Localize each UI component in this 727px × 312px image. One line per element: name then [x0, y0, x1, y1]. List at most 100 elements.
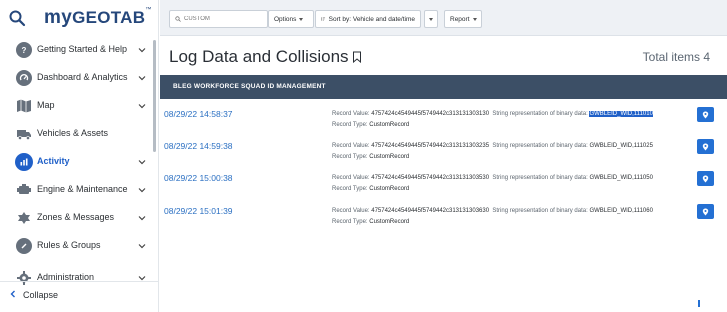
record-value: 4757424c4549445f5749442c313131303630	[371, 208, 490, 214]
string-rep-value: GWBLEID_WID,111025	[589, 143, 653, 149]
string-rep-label: String representation of binary data:	[492, 175, 588, 181]
sort-label: Sort by: Vehicle and date/time	[328, 15, 415, 23]
record-type-value: CustomRecord	[369, 219, 410, 225]
truck-icon	[16, 126, 32, 142]
report-label: Report	[450, 15, 470, 23]
report-button[interactable]: Report	[444, 10, 482, 28]
sidebar-item-dashboard[interactable]: Dashboard & Analytics	[0, 64, 150, 92]
record-value: 4757424c4549445f5749442c313131303530	[371, 175, 490, 181]
page-title-text: Log Data and Collisions	[169, 47, 349, 66]
logo-prefix: my	[44, 7, 73, 28]
map-pin-button[interactable]	[697, 204, 714, 219]
table-row[interactable]: 08/29/22 15:01:39 Record Value: 4757424c…	[160, 203, 727, 233]
record-value-label: Record Value:	[332, 175, 370, 181]
sort-direction-button[interactable]	[424, 10, 438, 28]
record-value-label: Record Value:	[332, 208, 370, 214]
record-value: 4757424c4549445f5749442c313131303235	[371, 143, 490, 149]
engine-icon	[16, 182, 32, 198]
map-pin-button[interactable]	[697, 171, 714, 186]
options-button[interactable]: Options	[268, 10, 314, 28]
map-pin-button[interactable]	[697, 107, 714, 122]
table-row[interactable]: 08/29/22 15:00:38 Record Value: 4757424c…	[160, 170, 727, 200]
string-rep-label: String representation of binary data:	[492, 143, 588, 149]
chevron-down-icon	[138, 48, 146, 53]
svg-text:?: ?	[22, 46, 27, 55]
table-row[interactable]: 08/29/22 14:58:37 Record Value: 4757424c…	[160, 106, 727, 136]
chevron-down-icon	[138, 216, 146, 221]
row-date-link[interactable]: 08/29/22 14:59:38	[164, 141, 233, 151]
chevron-down-icon	[138, 188, 146, 193]
sidebar-header: myGEOTAB™	[0, 0, 159, 36]
sort-button[interactable]: Sort by: Vehicle and date/time	[315, 10, 421, 28]
sidebar-item-label: Map	[37, 100, 55, 110]
sidebar-item-label: Getting Started & Help	[37, 44, 128, 54]
row-date-link[interactable]: 08/29/22 15:00:38	[164, 173, 233, 183]
caret-down-icon	[429, 17, 433, 21]
row-detail: Record Value: 4757424c4549445f5749442c31…	[332, 173, 653, 195]
sidebar: myGEOTAB™ ? Getting Started & Help Dashb…	[0, 0, 159, 312]
chevron-down-icon	[138, 76, 146, 81]
options-label: Options	[274, 15, 297, 23]
bookmark-icon[interactable]	[352, 51, 362, 63]
sidebar-item-getting-started[interactable]: ? Getting Started & Help	[0, 36, 150, 64]
page-title: Log Data and Collisions	[169, 47, 362, 67]
record-value-label: Record Value:	[332, 111, 370, 117]
sidebar-item-map[interactable]: Map	[0, 92, 150, 120]
logo-main: GEOTAB	[72, 8, 146, 27]
row-detail: Record Value: 4757424c4549445f5749442c31…	[332, 141, 653, 163]
string-rep-value[interactable]: GWBLEID_WID,111010	[589, 111, 653, 117]
record-type-value: CustomRecord	[369, 122, 410, 128]
sidebar-item-rules[interactable]: Rules & Groups	[0, 232, 150, 260]
help-icon: ?	[16, 42, 32, 58]
scroll-indicator	[698, 300, 700, 307]
row-date-link[interactable]: 08/29/22 14:58:37	[164, 109, 233, 119]
sidebar-item-zones[interactable]: Zones & Messages	[0, 204, 150, 232]
row-date-link[interactable]: 08/29/22 15:01:39	[164, 206, 233, 216]
sidebar-item-label: Rules & Groups	[37, 240, 101, 250]
caret-down-icon	[299, 17, 304, 21]
toolbar: Options Sort by: Vehicle and date/time R…	[160, 0, 727, 36]
logo-trademark: ™	[145, 7, 152, 13]
total-items-count: Total items 4	[642, 50, 710, 64]
record-value-label: Record Value:	[332, 143, 370, 149]
collapse-label: Collapse	[23, 290, 59, 300]
search-input[interactable]	[184, 16, 262, 22]
map-pin-icon	[702, 175, 709, 182]
collapse-button[interactable]: Collapse	[0, 281, 159, 306]
search-icon[interactable]	[8, 9, 26, 27]
map-pin-icon	[702, 208, 709, 215]
search-icon	[175, 16, 181, 22]
record-type-label: Record Type:	[332, 122, 368, 128]
sidebar-item-vehicles[interactable]: Vehicles & Assets	[0, 120, 150, 148]
zones-icon	[16, 210, 32, 226]
chevron-down-icon	[138, 104, 146, 109]
dashboard-icon	[16, 70, 32, 86]
chevron-down-icon	[138, 160, 146, 165]
chevron-down-icon	[138, 244, 146, 249]
sidebar-item-activity[interactable]: Activity	[0, 148, 150, 176]
map-pin-icon	[702, 111, 709, 118]
activity-chart-icon	[15, 153, 33, 171]
caret-down-icon	[472, 17, 477, 21]
record-type-value: CustomRecord	[369, 186, 410, 192]
record-type-label: Record Type:	[332, 186, 368, 192]
sidebar-item-engine[interactable]: Engine & Maintenance	[0, 176, 150, 204]
string-rep-value: GWBLEID_WID,111050	[589, 175, 653, 181]
sidebar-scrollbar[interactable]	[153, 40, 156, 152]
row-detail: Record Value: 4757424c4549445f5749442c31…	[332, 109, 653, 131]
chevron-left-icon	[10, 290, 15, 298]
rules-icon	[16, 238, 32, 254]
sidebar-item-label: Activity	[37, 156, 70, 166]
row-detail: Record Value: 4757424c4549445f5749442c31…	[332, 206, 653, 228]
table-row[interactable]: 08/29/22 14:59:38 Record Value: 4757424c…	[160, 138, 727, 168]
map-icon	[16, 98, 32, 114]
string-rep-label: String representation of binary data:	[492, 208, 588, 214]
group-header: BLEG WORKFORCE SQUAD ID MANAGEMENT	[160, 75, 727, 99]
sidebar-item-label: Engine & Maintenance	[37, 184, 128, 194]
search-box[interactable]	[169, 10, 268, 28]
geotab-logo[interactable]: myGEOTAB™	[44, 7, 152, 29]
string-rep-label: String representation of binary data:	[492, 111, 588, 117]
map-pin-button[interactable]	[697, 139, 714, 154]
map-pin-icon	[702, 143, 709, 150]
record-type-label: Record Type:	[332, 219, 368, 225]
